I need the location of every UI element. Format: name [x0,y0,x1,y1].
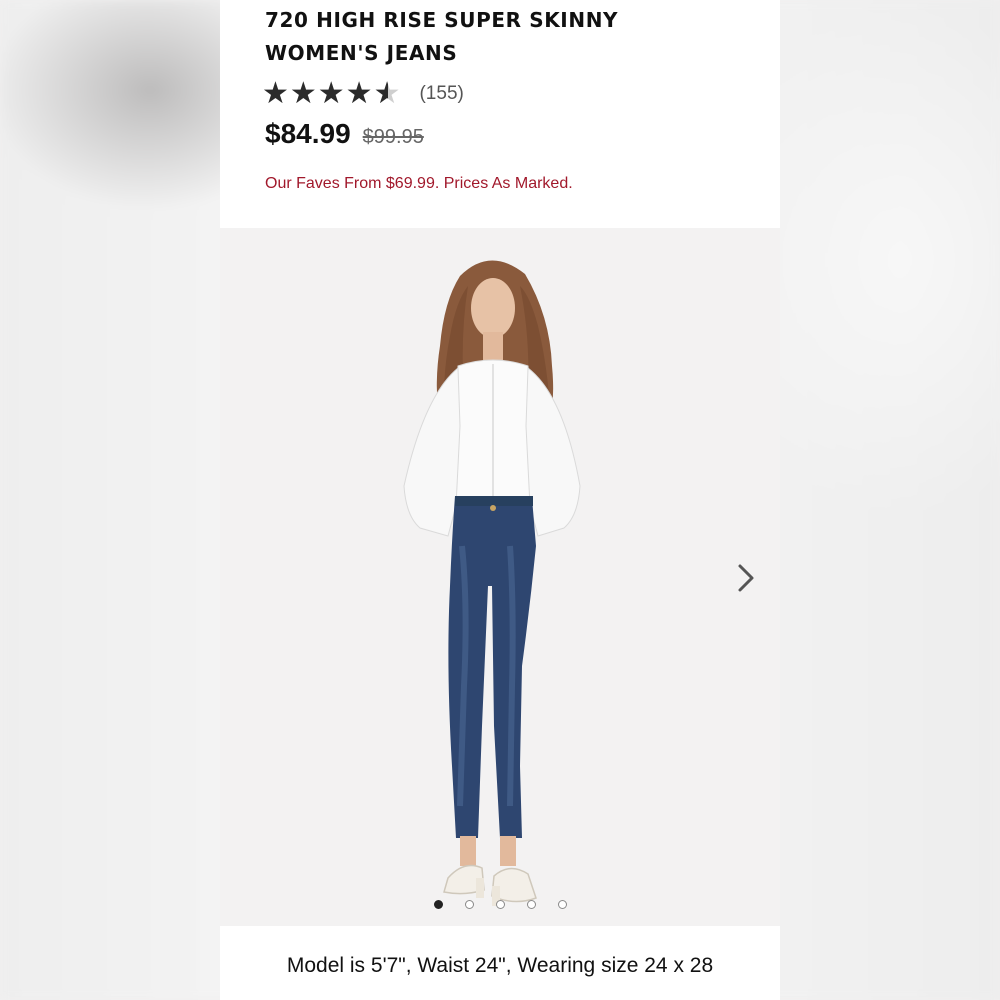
product-panel: 720 HIGH RISE SUPER SKINNY WOMEN'S JEANS… [220,0,780,1000]
carousel-pagination [220,900,780,909]
rating-row[interactable]: ★★★★★ ★★★★★ (155) [262,78,464,110]
product-title-line-1: 720 HIGH RISE SUPER SKINNY [265,8,619,32]
star-rating: ★★★★★ ★★★★★ [262,78,401,110]
original-price: $99.95 [362,126,424,148]
promo-message: Our Faves From $69.99. Prices As Marked. [265,175,573,192]
carousel-dot-3[interactable] [495,900,505,909]
model-size-caption: Model is 5'7", Waist 24", Wearing size 2… [286,954,714,977]
review-count[interactable]: (155) [419,83,463,105]
product-title: 720 HIGH RISE SUPER SKINNY WOMEN'S JEANS [265,4,705,70]
chevron-right-icon[interactable] [732,560,760,596]
carousel-dot-4[interactable] [526,900,536,909]
carousel-dot-1[interactable] [433,900,443,909]
price-row: $84.99 $99.95 [265,118,424,150]
product-image-gallery[interactable] [220,228,780,926]
product-title-line-2: WOMEN'S JEANS [265,41,458,65]
model-info-bar: Model is 5'7", Waist 24", Wearing size 2… [220,928,780,1000]
product-header: 720 HIGH RISE SUPER SKINNY WOMEN'S JEANS… [220,0,780,228]
carousel-dot-2[interactable] [464,900,474,909]
star-rating-filled-icon: ★★★★★ [262,78,388,110]
sale-price: $84.99 [265,118,351,149]
model-photo [403,260,581,906]
carousel-dot-5[interactable] [557,900,567,909]
